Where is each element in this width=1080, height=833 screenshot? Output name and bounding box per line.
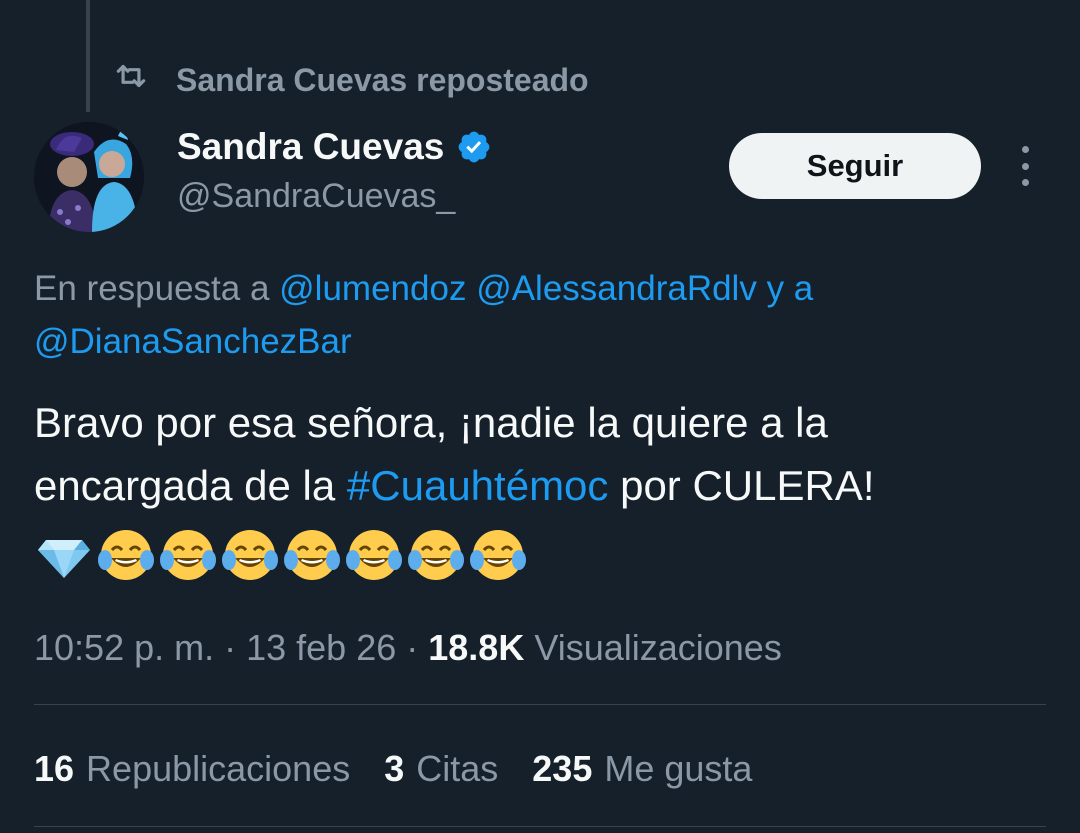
meta-separator: · bbox=[396, 627, 429, 668]
reply-mention-link[interactable]: @lumendoz bbox=[279, 269, 466, 308]
quotes-count: 3 bbox=[384, 748, 405, 789]
joy-emoji-icon bbox=[344, 526, 404, 582]
reposts-count: 16 bbox=[34, 748, 75, 789]
tweet-line: encargada de la bbox=[34, 462, 347, 509]
reply-others-link[interactable]: y a bbox=[767, 269, 814, 308]
reply-mention-link[interactable]: @DianaSanchezBar bbox=[34, 322, 352, 361]
divider bbox=[34, 826, 1046, 827]
hashtag-link[interactable]: #Cuauhtémoc bbox=[347, 462, 609, 509]
repost-icon bbox=[112, 57, 150, 103]
likes-count: 235 bbox=[532, 748, 593, 789]
thread-line bbox=[86, 0, 90, 112]
joy-emoji-icon bbox=[282, 526, 342, 582]
reposts-label: Republicaciones bbox=[86, 748, 351, 789]
gem-emoji-icon bbox=[34, 526, 94, 582]
joy-emoji-icon bbox=[220, 526, 280, 582]
tweet-meta: 10:52 p. m. · 13 feb 26 · 18.8K Visualiz… bbox=[34, 622, 782, 674]
reply-context: En respuesta a @lumendoz @AlessandraRdlv… bbox=[34, 262, 1054, 368]
repost-label: Sandra Cuevas reposteado bbox=[176, 61, 589, 98]
tweet-detail: Sandra Cuevas reposteado Sandra Cuevas @… bbox=[0, 0, 1080, 833]
joy-emoji-icon bbox=[406, 526, 466, 582]
views-label bbox=[524, 627, 534, 669]
emoji-row bbox=[34, 526, 528, 582]
tweet-text: Bravo por esa señora, ¡nadie la quiere a… bbox=[34, 391, 1064, 517]
author-name[interactable]: Sandra Cuevas bbox=[177, 126, 444, 168]
more-options-icon[interactable] bbox=[1008, 146, 1042, 186]
likes-label: Me gusta bbox=[604, 748, 753, 789]
quotes-stat[interactable]: 3 Citas bbox=[384, 748, 498, 790]
tweet-time[interactable]: 10:52 p. m. bbox=[34, 627, 214, 669]
repost-indicator[interactable]: Sandra Cuevas reposteado bbox=[112, 58, 589, 102]
tweet-line: por CULERA! bbox=[608, 462, 875, 509]
reply-mention-link[interactable]: @AlessandraRdlv bbox=[476, 269, 757, 308]
reposts-stat[interactable]: 16 Republicaciones bbox=[34, 748, 350, 790]
divider bbox=[34, 704, 1046, 705]
reply-prefix: En respuesta a bbox=[34, 269, 280, 308]
verified-badge-icon[interactable] bbox=[456, 129, 492, 165]
tweet-line: Bravo por esa señora, ¡nadie la quiere a… bbox=[34, 399, 828, 446]
engagement-stats: 16 Republicaciones 3 Citas 235 Me gusta bbox=[34, 743, 786, 795]
follow-button[interactable]: Seguir bbox=[729, 133, 981, 199]
author-handle[interactable]: @SandraCuevas_ bbox=[177, 177, 455, 216]
views-label: Visualizaciones bbox=[534, 627, 782, 668]
likes-stat[interactable]: 235 Me gusta bbox=[532, 748, 752, 790]
quotes-label: Citas bbox=[416, 748, 499, 789]
avatar[interactable] bbox=[34, 122, 144, 232]
joy-emoji-icon bbox=[158, 526, 218, 582]
joy-emoji-icon bbox=[96, 526, 156, 582]
joy-emoji-icon bbox=[468, 526, 528, 582]
tweet-date[interactable]: 13 feb 26 bbox=[246, 627, 396, 669]
views-count: 18.8K bbox=[428, 627, 525, 668]
meta-separator: · bbox=[214, 627, 247, 668]
author-name-row[interactable]: Sandra Cuevas bbox=[177, 126, 492, 168]
